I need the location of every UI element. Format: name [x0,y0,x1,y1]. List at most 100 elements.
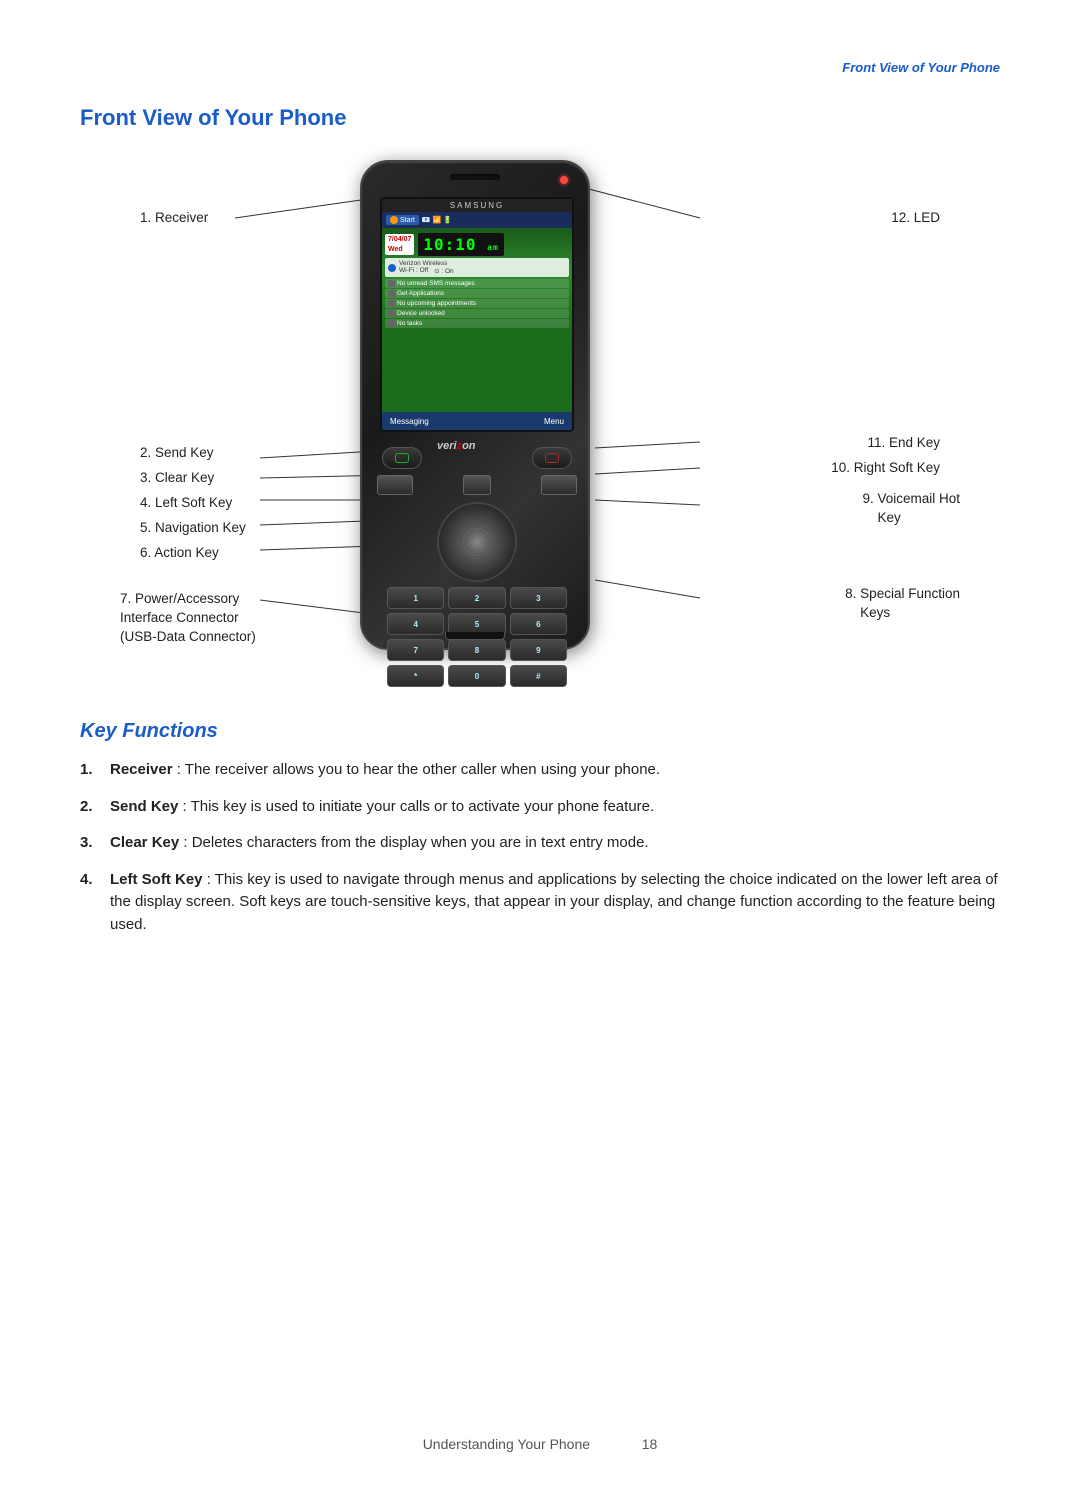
item-number-4: 4. [80,869,93,892]
phone-connector [445,632,505,640]
phone-keys-area: 1 2 3 4 5 6 7 8 9 * 0 # [372,447,582,632]
sms-text: No unread SMS messages [397,280,475,287]
phone-clear-key [463,475,491,495]
item-number-3: 3. [80,832,93,855]
label-receiver: 1. Receiver [140,210,208,225]
screen-content: 7/04/07 Wed 10:10 am Verizon Wireless [382,228,572,332]
appt-text: No upcoming appointments [397,300,476,307]
label-special-functions: 8. Special Function Keys [845,585,960,623]
apps-text: Get Applications [397,290,444,297]
tasks-icon [388,320,395,327]
key-7: 7 [387,639,444,661]
key-6: 6 [510,613,567,635]
device-text: Device unlocked [397,310,445,317]
label-send-key: 2. Send Key [140,445,214,460]
phone-soft-keys-row [372,475,582,495]
phone-end-key [532,447,572,469]
diagram-area: SAMSUNG Start 📧 📶 🔋 7/04/07 Wed [60,140,1020,700]
key-desc-1: : The receiver allows you to hear the ot… [177,761,660,778]
phone-left-soft-key [377,475,413,495]
phone-send-key [382,447,422,469]
apps-icon [388,290,395,297]
key-name-4: Left Soft Key [110,871,203,888]
label-left-soft-key: 4. Left Soft Key [140,495,232,510]
day-value: Wed [388,245,411,254]
page-header-label: Front View of Your Phone [842,60,1000,75]
screen-carrier-row: Verizon Wireless Wi-Fi : Off ⊙ : On [385,258,569,277]
time-value: 10:10 [423,235,476,254]
phone-led [560,176,568,184]
phone-action-key [463,528,491,556]
key-star: * [387,665,444,687]
wifi-status: Wi-Fi : Off [399,267,428,275]
start-icon [390,216,398,224]
sms-icon [388,280,395,287]
screen-appointments-row: No upcoming appointments [385,299,569,308]
ampm-value: am [487,243,499,252]
list-item-4: 4. Left Soft Key : This key is used to n… [80,869,1000,937]
key-name-2: Send Key [110,798,178,815]
label-voicemail: 9. Voicemail Hot Key [862,490,960,528]
screen-samsung-label: SAMSUNG [382,199,572,212]
screen-date-box: 7/04/07 Wed [385,234,414,254]
messaging-btn: Messaging [390,417,429,426]
label-end-key: 11. End Key [867,435,940,450]
key-hash: # [510,665,567,687]
page-title: Front View of Your Phone [80,105,346,131]
screen-tasks-row: No tasks [385,319,569,328]
key-3: 3 [510,587,567,609]
phone-nav-cluster [437,502,517,582]
key-desc-4: : This key is used to navigate through m… [110,871,998,933]
end-icon [545,453,559,463]
screen-datetime-row: 7/04/07 Wed 10:10 am [385,233,569,256]
key-0: 0 [448,665,505,687]
label-action-key: 6. Action Key [140,545,219,560]
label-clear-key: 3. Clear Key [140,470,214,485]
key-8: 8 [448,639,505,661]
tasks-text: No tasks [397,320,422,327]
phone-screen: SAMSUNG Start 📧 📶 🔋 7/04/07 Wed [380,197,574,432]
label-right-soft-key: 10. Right Soft Key [831,460,940,475]
screen-taskbar: Start 📧 📶 🔋 [382,212,572,228]
bt-status: ⊙ : On [434,267,454,275]
date-value: 7/04/07 [388,235,411,244]
phone-body: SAMSUNG Start 📧 📶 🔋 7/04/07 Wed [360,160,590,650]
list-item-3: 3. Clear Key : Deletes characters from t… [80,832,1000,855]
carrier-icon [388,264,396,272]
key-name-3: Clear Key [110,834,179,851]
key-1: 1 [387,587,444,609]
phone-speaker [450,174,500,180]
screen-bottom-bar: Messaging Menu [382,412,572,430]
menu-btn: Menu [544,417,564,426]
phone-voicemail-key [541,475,577,495]
key-desc-2: : This key is used to initiate your call… [183,798,655,815]
item-number-2: 2. [80,796,93,819]
label-nav-key: 5. Navigation Key [140,520,246,535]
device-icon [388,310,395,317]
footer-text: Understanding Your Phone [423,1436,590,1452]
key-2: 2 [448,587,505,609]
screen-apps-row: Get Applications [385,289,569,298]
key-functions-section: Key Functions 1. Receiver : The receiver… [80,720,1000,950]
screen-time-box: 10:10 am [418,233,503,256]
key-9: 9 [510,639,567,661]
key-4: 4 [387,613,444,635]
key-functions-list: 1. Receiver : The receiver allows you to… [80,759,1000,936]
page-number: 18 [642,1436,658,1452]
item-number-1: 1. [80,759,93,782]
send-icon [395,453,409,463]
key-functions-title: Key Functions [80,720,1000,743]
list-item-2: 2. Send Key : This key is used to initia… [80,796,1000,819]
screen-device-row: Device unlocked [385,309,569,318]
appt-icon [388,300,395,307]
key-desc-3: : Deletes characters from the display wh… [183,834,648,851]
carrier-name: Verizon Wireless [399,260,454,267]
label-power-connector: 7. Power/AccessoryInterface Connector(US… [120,590,256,647]
label-led: 12. LED [891,210,940,225]
screen-sms-row: No unread SMS messages [385,279,569,288]
start-label: Start [400,217,415,224]
screen-start-btn: Start [386,215,419,225]
taskbar-icons: 📧 📶 🔋 [422,216,452,224]
list-item-1: 1. Receiver : The receiver allows you to… [80,759,1000,782]
key-name-1: Receiver [110,761,173,778]
